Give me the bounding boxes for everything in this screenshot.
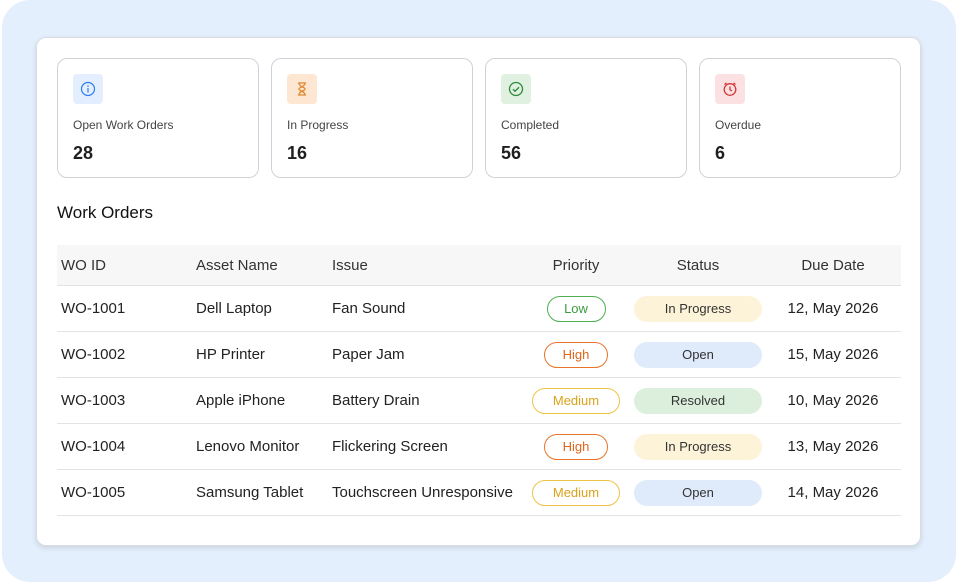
priority-badge: Medium bbox=[532, 479, 620, 506]
status-badge: In Progress bbox=[634, 433, 762, 460]
stat-label: Completed bbox=[501, 118, 560, 132]
due-date: 13, May 2026 bbox=[787, 438, 879, 455]
status-badge: Open bbox=[634, 341, 762, 368]
priority-badge: High bbox=[544, 341, 608, 368]
section-title: Work Orders bbox=[57, 203, 154, 222]
table-header: WO ID Asset Name Issue Priority Status D… bbox=[57, 245, 901, 286]
issue: Touchscreen Unresponsive bbox=[332, 484, 513, 501]
status-badge: Open bbox=[634, 479, 762, 506]
wo-id: WO-1002 bbox=[61, 346, 126, 363]
stat-card-open[interactable]: Open Work Orders 28 bbox=[57, 58, 259, 178]
header-wo-id[interactable]: WO ID bbox=[61, 245, 106, 285]
stat-value: 28 bbox=[73, 143, 94, 163]
due-date: 14, May 2026 bbox=[787, 484, 879, 501]
check-circle-icon bbox=[501, 74, 531, 104]
due-date: 10, May 2026 bbox=[787, 392, 879, 409]
asset-name: Apple iPhone bbox=[196, 392, 286, 409]
wo-id: WO-1004 bbox=[61, 438, 126, 455]
header-asset-name[interactable]: Asset Name bbox=[196, 245, 278, 285]
header-priority[interactable]: Priority bbox=[525, 245, 627, 285]
stat-label: In Progress bbox=[287, 118, 349, 132]
asset-name: Dell Laptop bbox=[196, 300, 272, 317]
asset-name: Samsung Tablet bbox=[196, 484, 304, 501]
header-status[interactable]: Status bbox=[634, 245, 762, 285]
issue: Paper Jam bbox=[332, 346, 405, 363]
due-date: 12, May 2026 bbox=[787, 300, 879, 317]
info-icon bbox=[73, 74, 103, 104]
work-orders-table: WO ID Asset Name Issue Priority Status D… bbox=[57, 245, 901, 516]
status-badge: In Progress bbox=[634, 295, 762, 322]
stat-card-overdue[interactable]: Overdue 6 bbox=[699, 58, 901, 178]
priority-badge: Medium bbox=[532, 387, 620, 414]
hourglass-icon bbox=[287, 74, 317, 104]
table-row[interactable]: WO-1002 HP Printer Paper Jam High Open 1… bbox=[57, 332, 901, 378]
stat-card-completed[interactable]: Completed 56 bbox=[485, 58, 687, 178]
table-row[interactable]: WO-1003 Apple iPhone Battery Drain Mediu… bbox=[57, 378, 901, 424]
due-date: 15, May 2026 bbox=[787, 346, 879, 363]
stat-value: 6 bbox=[715, 143, 726, 163]
priority-badge: High bbox=[544, 433, 608, 460]
issue: Fan Sound bbox=[332, 300, 406, 317]
issue: Flickering Screen bbox=[332, 438, 448, 455]
stat-value: 56 bbox=[501, 143, 522, 163]
stat-label: Open Work Orders bbox=[73, 118, 174, 132]
wo-id: WO-1005 bbox=[61, 484, 126, 501]
work-orders-card: Open Work Orders 28 In Progress 16 Compl… bbox=[36, 37, 921, 546]
alarm-clock-icon bbox=[715, 74, 745, 104]
table-row[interactable]: WO-1005 Samsung Tablet Touchscreen Unres… bbox=[57, 470, 901, 516]
header-issue[interactable]: Issue bbox=[332, 245, 368, 285]
table-row[interactable]: WO-1001 Dell Laptop Fan Sound Low In Pro… bbox=[57, 286, 901, 332]
wo-id: WO-1003 bbox=[61, 392, 126, 409]
status-badge: Resolved bbox=[634, 387, 762, 414]
stat-label: Overdue bbox=[715, 118, 762, 132]
asset-name: Lenovo Monitor bbox=[196, 438, 300, 455]
wo-id: WO-1001 bbox=[61, 300, 126, 317]
header-due-date[interactable]: Due Date bbox=[775, 245, 891, 285]
priority-badge: Low bbox=[546, 295, 606, 322]
stat-value: 16 bbox=[287, 143, 308, 163]
asset-name: HP Printer bbox=[196, 346, 265, 363]
issue: Battery Drain bbox=[332, 392, 420, 409]
table-row[interactable]: WO-1004 Lenovo Monitor Flickering Screen… bbox=[57, 424, 901, 470]
stat-card-in-progress[interactable]: In Progress 16 bbox=[271, 58, 473, 178]
